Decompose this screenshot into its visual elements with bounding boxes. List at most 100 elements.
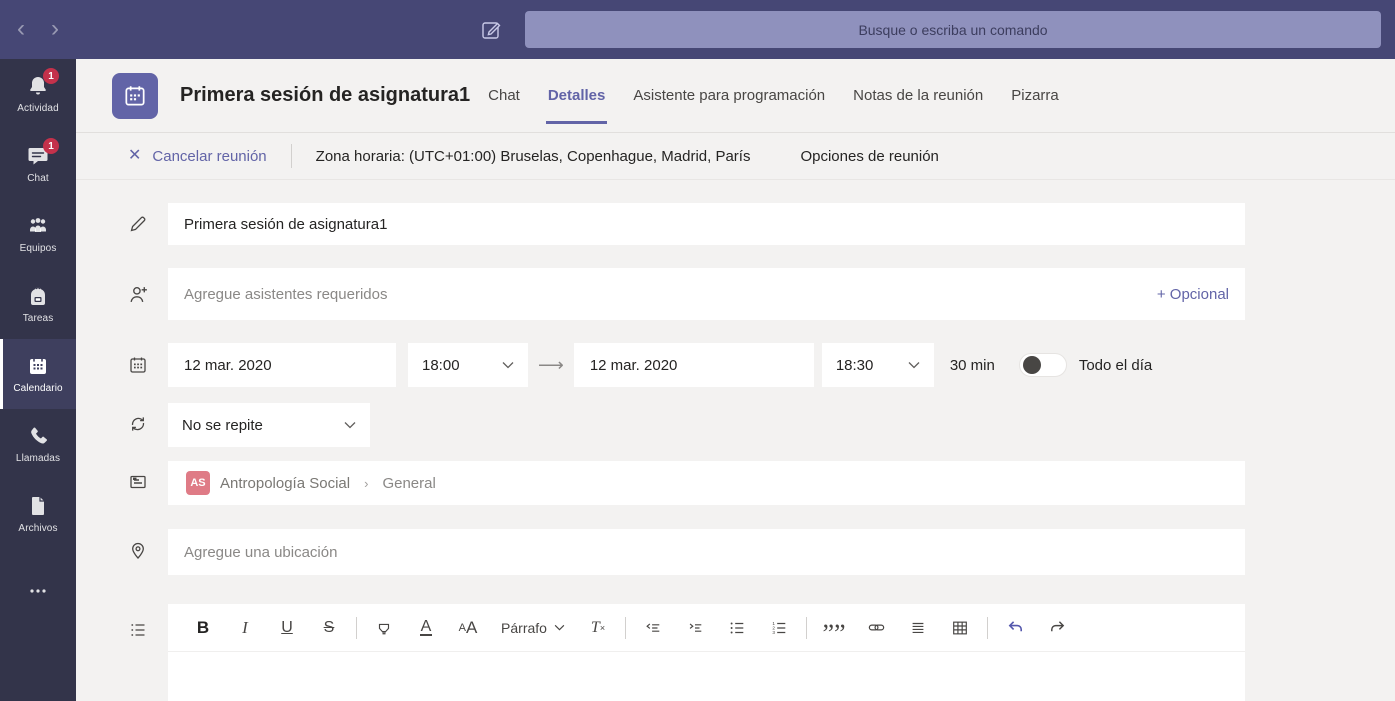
start-time-select[interactable]: 18:00 — [408, 343, 528, 387]
undo-icon[interactable] — [1001, 612, 1029, 644]
chevron-right-icon: › — [364, 476, 368, 491]
sidebar-item-llamadas[interactable]: Llamadas — [0, 409, 76, 479]
font-color-button[interactable]: A — [412, 612, 440, 644]
search-input[interactable] — [525, 11, 1381, 48]
tab-asistente-programacion[interactable]: Asistente para programación — [619, 59, 839, 133]
quote-icon[interactable]: ”” — [820, 612, 848, 644]
sidebar-item-label: Tareas — [23, 313, 54, 324]
agenda-icon — [128, 604, 168, 701]
channel-row: AS Antropología Social › General — [128, 461, 1245, 505]
close-icon: ✕ — [128, 148, 141, 164]
attendees-input[interactable] — [184, 286, 1157, 303]
tab-chat[interactable]: Chat — [474, 59, 534, 133]
top-bar: ‹ › — [0, 0, 1395, 59]
paragraph-dropdown[interactable]: Párrafo — [496, 612, 570, 644]
page-title: Primera sesión de asignatura1 — [180, 84, 470, 107]
editor-content[interactable] — [168, 652, 1245, 701]
sidebar-item-label: Equipos — [20, 243, 57, 254]
add-optional-button[interactable]: + Opcional — [1157, 286, 1229, 303]
repeat-icon — [128, 403, 168, 434]
bulleted-list-icon[interactable] — [723, 612, 751, 644]
indent-icon[interactable] — [681, 612, 709, 644]
font-size-button[interactable]: AA — [454, 612, 482, 644]
sidebar-item-actividad[interactable]: 1 Actividad — [0, 59, 76, 129]
chevron-down-icon — [908, 361, 920, 369]
underline-button[interactable]: U — [273, 612, 301, 644]
meeting-toolbar: ✕ Cancelar reunión Zona horaria: (UTC+01… — [76, 133, 1395, 180]
highlight-icon[interactable] — [370, 612, 398, 644]
end-time-select[interactable]: 18:30 — [822, 343, 934, 387]
add-person-icon — [128, 268, 168, 305]
cancel-meeting-button[interactable]: ✕ Cancelar reunión — [128, 148, 267, 165]
arrow-right-icon: ⟶ — [538, 355, 564, 376]
chat-icon: 1 — [26, 144, 50, 168]
attendees-field: + Opcional — [168, 268, 1245, 320]
redo-icon[interactable] — [1043, 612, 1071, 644]
divider — [356, 617, 357, 639]
forward-icon[interactable]: › — [42, 17, 68, 43]
sidebar-item-archivos[interactable]: Archivos — [0, 479, 76, 549]
sidebar-item-equipos[interactable]: Equipos — [0, 199, 76, 269]
tab-detalles[interactable]: Detalles — [534, 59, 620, 133]
calendar-event-icon — [112, 73, 158, 119]
new-chat-icon[interactable] — [479, 18, 503, 42]
horizontal-rule-icon[interactable] — [904, 612, 932, 644]
numbered-list-icon[interactable]: 123 — [765, 612, 793, 644]
files-icon — [26, 494, 50, 518]
divider — [806, 617, 807, 639]
sidebar-item-chat[interactable]: 1 Chat — [0, 129, 76, 199]
editor-row: B I U S A AA — [128, 604, 1245, 701]
command-search — [525, 11, 1381, 48]
strikethrough-button[interactable]: S — [315, 612, 343, 644]
calendar-icon — [26, 354, 50, 378]
start-time-value: 18:00 — [422, 357, 460, 374]
location-input[interactable] — [168, 529, 1245, 575]
channel-name: General — [382, 475, 435, 492]
pencil-icon — [128, 203, 168, 234]
meeting-header: Primera sesión de asignatura1 Chat Detal… — [76, 59, 1395, 133]
divider — [987, 617, 988, 639]
italic-button[interactable]: I — [231, 612, 259, 644]
sidebar-item-tareas[interactable]: Tareas — [0, 269, 76, 339]
tab-notas-reunion[interactable]: Notas de la reunión — [839, 59, 997, 133]
activity-badge: 1 — [43, 68, 59, 84]
clear-formatting-button[interactable]: T× — [584, 612, 612, 644]
end-date-input[interactable] — [574, 343, 814, 387]
divider — [625, 617, 626, 639]
bold-button[interactable]: B — [189, 612, 217, 644]
outdent-icon[interactable] — [639, 612, 667, 644]
backpack-icon — [26, 284, 50, 308]
phone-icon — [26, 424, 50, 448]
chevron-down-icon — [554, 624, 565, 631]
link-icon[interactable] — [862, 612, 890, 644]
meeting-form: + Opcional 18:00 ⟶ 18:30 — [76, 180, 1395, 701]
end-time-value: 18:30 — [836, 357, 874, 374]
meeting-options-button[interactable]: Opciones de reunión — [800, 148, 938, 165]
tab-pizarra[interactable]: Pizarra — [997, 59, 1073, 133]
all-day-toggle[interactable] — [1019, 353, 1067, 377]
sidebar-item-label: Chat — [27, 173, 49, 184]
description-editor: B I U S A AA — [168, 604, 1245, 701]
sidebar-item-label: Calendario — [13, 383, 62, 394]
divider — [291, 144, 292, 168]
channel-picker[interactable]: AS Antropología Social › General — [168, 461, 1245, 505]
meeting-title-input[interactable] — [168, 203, 1245, 245]
svg-text:3: 3 — [772, 630, 775, 635]
calendar-icon — [128, 355, 168, 375]
bell-icon: 1 — [26, 74, 50, 98]
title-row — [128, 203, 1245, 245]
all-day-label: Todo el día — [1079, 357, 1152, 374]
sidebar-item-more[interactable] — [0, 563, 76, 619]
sidebar-item-label: Llamadas — [16, 453, 60, 464]
sidebar-item-calendario[interactable]: Calendario — [0, 339, 76, 409]
recurrence-select[interactable]: No se repite — [168, 403, 370, 447]
location-row — [128, 529, 1245, 575]
attendees-row: + Opcional — [128, 268, 1245, 320]
recurrence-row: No se repite — [128, 403, 1245, 447]
teams-people-icon — [26, 214, 50, 238]
timezone-label: Zona horaria: (UTC+01:00) Bruselas, Cope… — [316, 148, 751, 165]
more-icon — [26, 579, 50, 603]
table-icon[interactable] — [946, 612, 974, 644]
start-date-input[interactable] — [168, 343, 396, 387]
back-icon[interactable]: ‹ — [8, 17, 34, 43]
